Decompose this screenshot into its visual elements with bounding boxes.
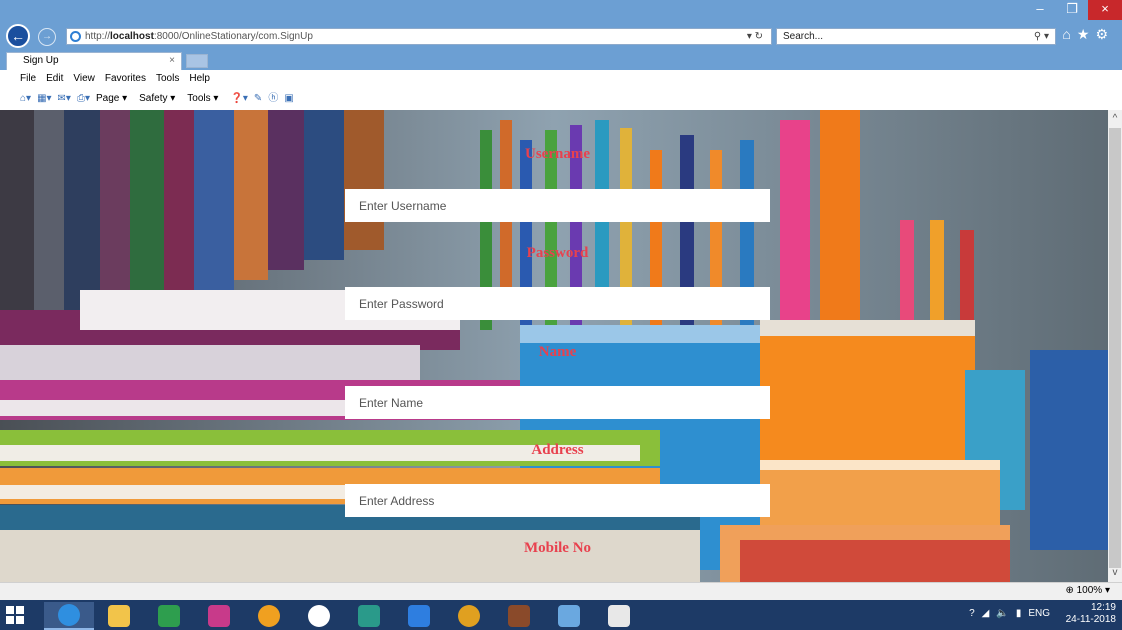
url-path: :8000/OnlineStationary/com.SignUp [153,31,313,42]
new-tab-button[interactable] [186,54,208,68]
address-bar[interactable]: http://localhost:8000/OnlineStationary/c… [66,28,772,45]
scroll-thumb[interactable] [1109,128,1121,568]
taskbar-apps [44,602,644,630]
menu-file[interactable]: File [20,70,36,90]
help-icon[interactable]: ❓▾ [230,90,247,110]
help-tray-icon[interactable]: ? [969,608,975,619]
store-icon[interactable] [144,602,194,630]
vertical-scrollbar[interactable]: ^ v [1108,110,1122,582]
language-indicator[interactable]: ENG [1028,608,1050,619]
java-ee-ide-icon[interactable] [494,602,544,630]
password-label: Password [526,245,589,261]
home-icon[interactable]: ⌂▾ [20,90,31,110]
refresh-icon[interactable]: ▾ ↻ [747,29,763,44]
battery-icon[interactable]: ▮ [1016,608,1022,619]
close-button[interactable]: × [1088,0,1122,20]
safety-menu[interactable]: Safety ▾ [139,90,175,110]
chrome-icon[interactable] [444,602,494,630]
url-prefix: http:// [85,31,111,42]
window-controls: – ❐ × [1024,0,1122,22]
address-label: Address [531,442,584,458]
status-bar: ⊕ 100% ▾ [0,582,1122,600]
feeds-icon[interactable]: ▦▾ [37,90,51,110]
zoom-control[interactable]: ⊕ 100% ▾ [1065,585,1110,596]
remote-desktop-icon[interactable] [344,602,394,630]
page-content: Username Password Name Address Mobile No [0,110,1108,582]
address-input[interactable] [345,484,770,517]
minimize-button[interactable]: – [1024,0,1056,20]
menu-view[interactable]: View [73,70,95,90]
zoom-level: 100% [1076,585,1103,596]
windows-start-icon[interactable] [6,606,24,624]
username-input[interactable] [345,189,770,222]
tools-menu[interactable]: Tools ▾ [187,90,218,110]
print-icon[interactable]: ⎙▾ [77,90,90,110]
command-bar: ⌂▾ ▦▾ ✉▾ ⎙▾ Page ▾ Safety ▾ Tools ▾ ❓▾ ✎… [0,90,1122,110]
menu-favorites[interactable]: Favorites [105,70,146,90]
addon-icon[interactable]: ▣ [284,90,293,110]
menu-bar: File Edit View Favorites Tools Help [0,70,1122,90]
username-label: Username [525,146,590,162]
research-icon[interactable]: ✎ [254,90,262,110]
menu-edit[interactable]: Edit [46,70,63,90]
menu-tools[interactable]: Tools [156,70,179,90]
volume-icon[interactable]: 🔈 [996,608,1008,619]
forward-button[interactable]: → [38,28,56,46]
zoom-icon: ⊕ [1065,585,1077,596]
scroll-down-icon[interactable]: v [1108,566,1122,580]
mail-icon[interactable]: ✉▾ [58,90,71,110]
taskbar: ? ◢ 🔈 ▮ ENG 12:19 24-11-2018 [0,600,1122,630]
photos-app-icon[interactable] [194,602,244,630]
page-menu[interactable]: Page ▾ [96,90,127,110]
navigation-bar: ← → http://localhost:8000/OnlineStationa… [0,20,1122,52]
search-box[interactable]: Search... ⚲ ▾ [776,28,1056,45]
hp-icon[interactable]: ⓗ [268,90,278,110]
media-player-icon[interactable] [244,602,294,630]
name-input[interactable] [345,386,770,419]
menu-help[interactable]: Help [189,70,210,90]
restore-button[interactable]: ❐ [1056,0,1088,20]
tab-strip: Sign Up × [0,52,1122,70]
back-button[interactable]: ← [6,24,30,48]
search-icon[interactable]: ⚲ ▾ [1034,29,1049,44]
notepad-icon[interactable] [594,602,644,630]
clock-time: 12:19 [1090,602,1116,613]
mobile-label: Mobile No [523,540,592,556]
password-input[interactable] [345,287,770,320]
name-label: Name [538,344,577,360]
dropbox-icon[interactable] [394,602,444,630]
tab-title: Sign Up [23,55,59,66]
network-icon[interactable]: ◢ [982,608,990,619]
favorites-star-icon[interactable]: ★ [1077,26,1096,42]
file-explorer-icon[interactable] [94,602,144,630]
tab-close-icon[interactable]: × [169,53,175,69]
system-tray: ? ◢ 🔈 ▮ ENG [969,608,1050,619]
browser-toolbar-icons: ⌂★⚙ [1062,26,1114,43]
clock-date: 24-11-2018 [1065,614,1116,625]
paint-icon[interactable] [544,602,594,630]
ie-taskbar-icon[interactable] [44,602,94,630]
hp-icon[interactable] [294,602,344,630]
home-icon[interactable]: ⌂ [1062,26,1076,42]
ie-icon [70,31,81,42]
url-host: localhost [110,31,154,42]
settings-gear-icon[interactable]: ⚙ [1095,26,1114,42]
tab-sign-up[interactable]: Sign Up × [6,52,182,70]
clock[interactable]: 12:19 24-11-2018 [1066,602,1116,626]
search-placeholder: Search... [783,31,824,42]
scroll-up-icon[interactable]: ^ [1108,112,1122,126]
